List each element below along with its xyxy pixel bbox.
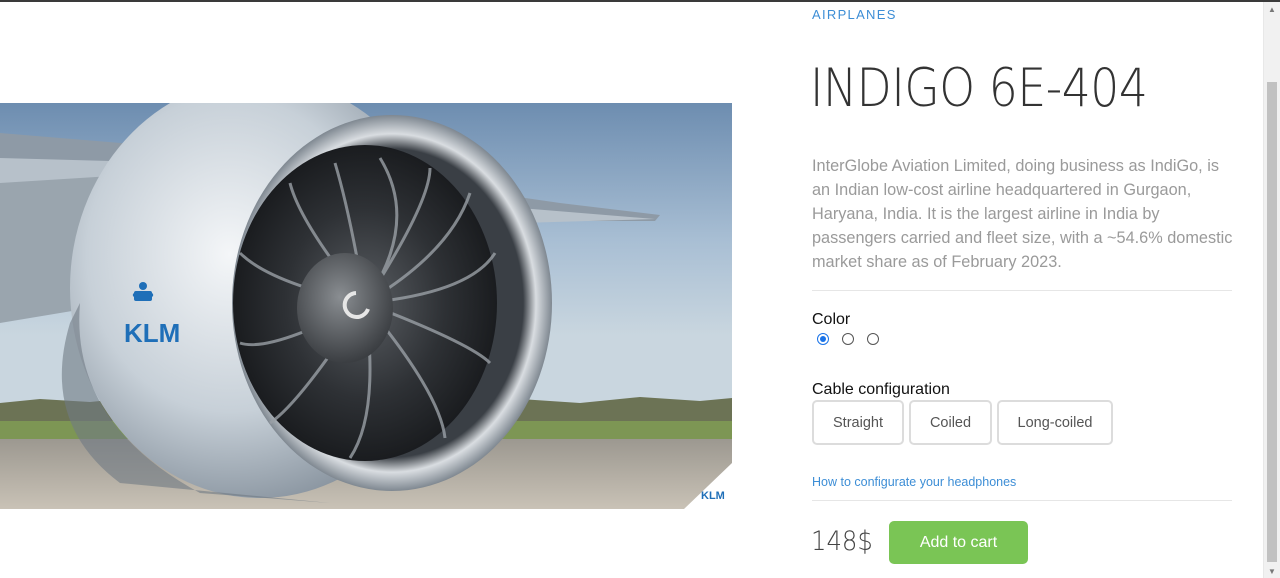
window-top-border: [0, 0, 1280, 2]
scrollbar[interactable]: ▲ ▼: [1263, 2, 1280, 578]
color-options: [817, 333, 879, 345]
cable-coiled-button[interactable]: Coiled: [909, 400, 992, 445]
divider: [812, 290, 1232, 291]
add-to-cart-button[interactable]: Add to cart: [889, 521, 1028, 564]
color-radio-1[interactable]: [817, 333, 829, 345]
klm-badge-text: KLM: [701, 490, 725, 502]
scroll-up-arrow-icon[interactable]: ▲: [1264, 2, 1280, 16]
cable-long-coiled-button[interactable]: Long-coiled: [997, 400, 1113, 445]
product-image: KLM KLM: [0, 103, 732, 509]
scrollbar-thumb[interactable]: [1267, 82, 1277, 562]
product-price: 148$: [811, 526, 873, 557]
product-description: InterGlobe Aviation Limited, doing busin…: [812, 157, 1233, 271]
color-radio-3[interactable]: [867, 333, 879, 345]
color-radio-2[interactable]: [842, 333, 854, 345]
divider: [812, 500, 1232, 501]
category-label: AIRPLANES: [812, 7, 897, 22]
klm-logo-text: KLM: [124, 318, 180, 348]
configuration-help-link[interactable]: How to configurate your headphones: [812, 475, 1016, 489]
scroll-down-arrow-icon[interactable]: ▼: [1264, 564, 1280, 578]
cable-configuration-label: Cable configuration: [812, 381, 950, 398]
cable-options: Straight Coiled Long-coiled: [812, 400, 1113, 445]
product-title: INDIGO 6E-404: [810, 58, 1148, 119]
cable-straight-button[interactable]: Straight: [812, 400, 904, 445]
color-label: Color: [812, 311, 851, 328]
